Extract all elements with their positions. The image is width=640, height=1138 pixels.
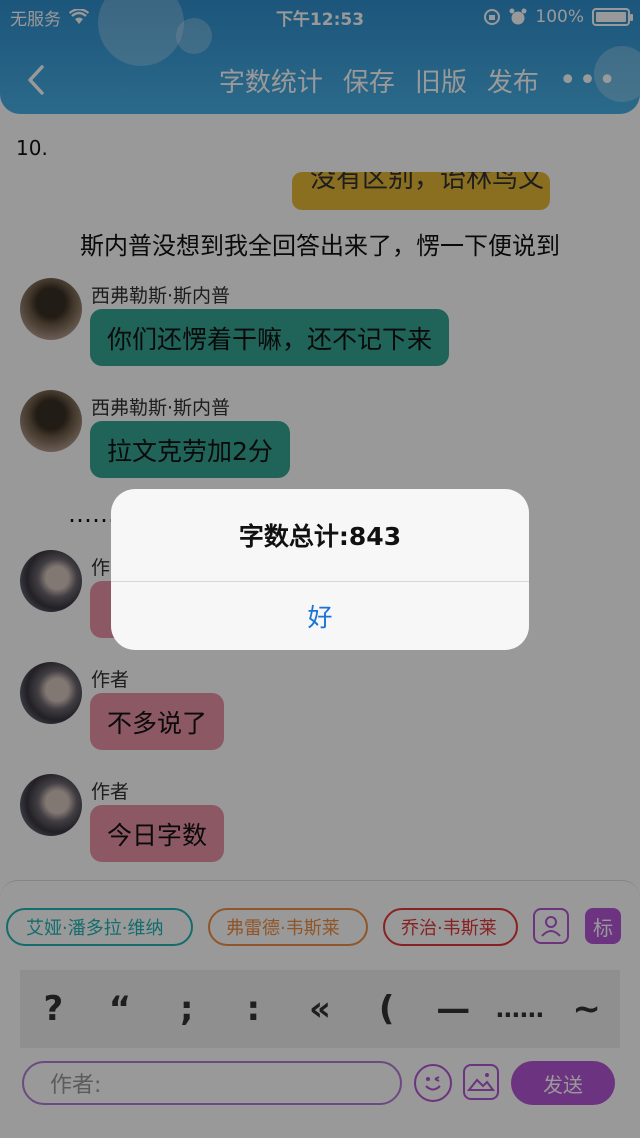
alert-ok-button[interactable]: 好 bbox=[111, 582, 529, 650]
alert-title: 字数总计:843 bbox=[238, 522, 402, 551]
word-count-alert: 字数总计:843 好 bbox=[111, 489, 529, 650]
